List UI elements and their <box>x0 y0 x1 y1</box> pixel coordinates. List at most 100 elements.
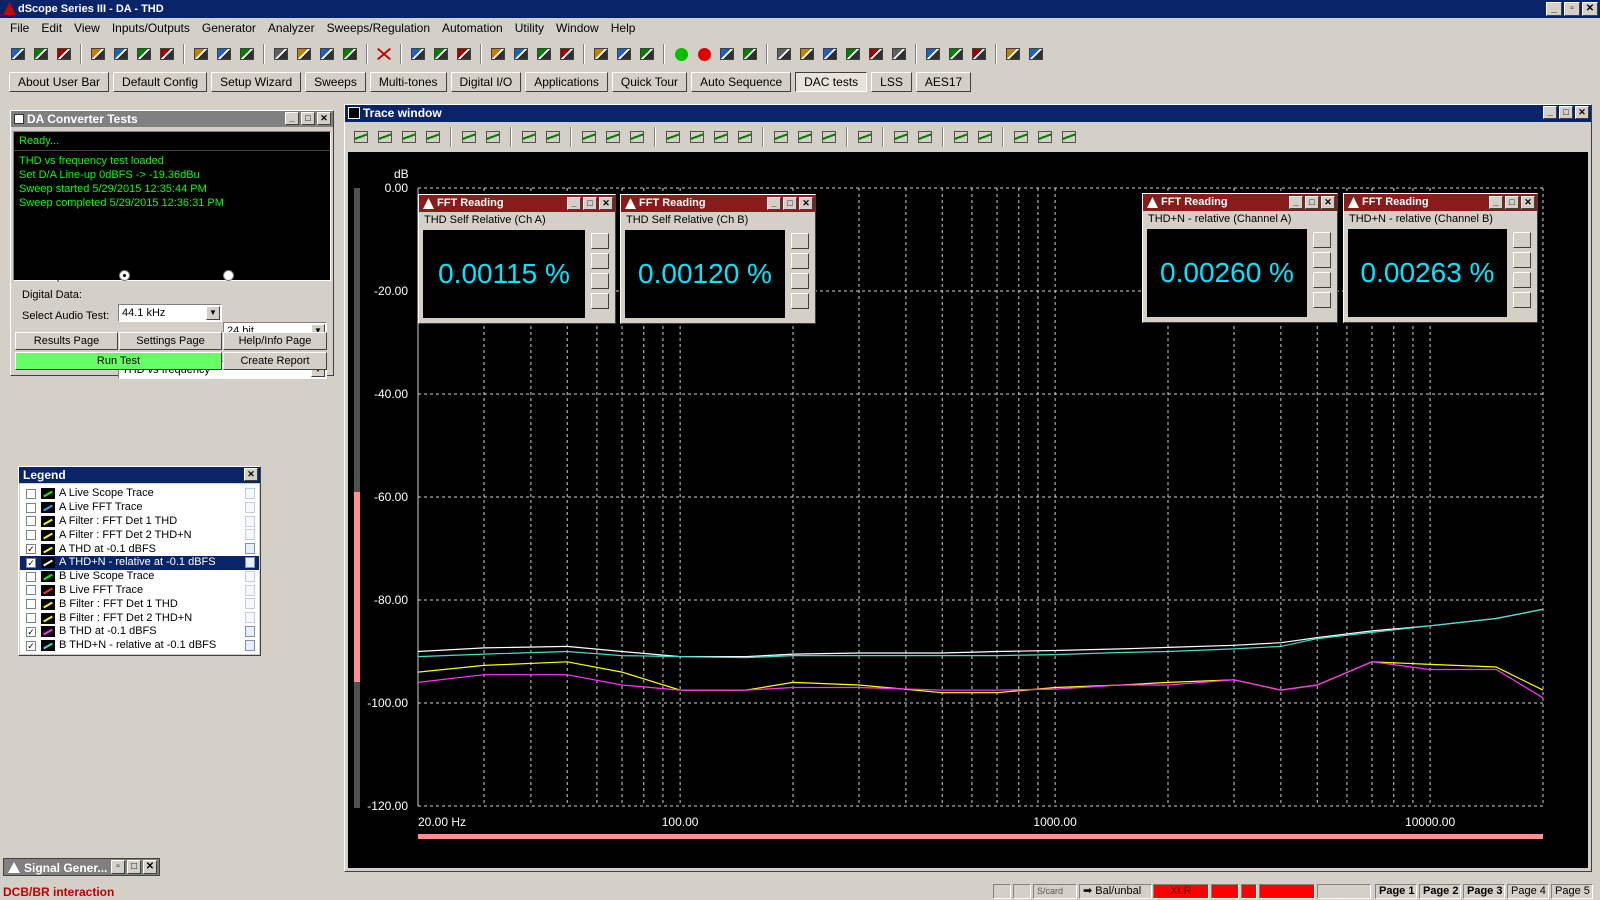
signal-generator-minimized[interactable]: Signal Gener... ▫ □ ✕ <box>3 858 160 876</box>
trace-properties-icon[interactable] <box>245 501 255 513</box>
legend-checkbox[interactable]: ✓ <box>26 640 36 651</box>
cursor-a-icon[interactable] <box>579 127 599 147</box>
report-icon[interactable] <box>969 44 989 64</box>
automation-icon[interactable] <box>1003 44 1023 64</box>
detector-c-icon[interactable] <box>637 44 657 64</box>
soundcard-radio[interactable]: Soundcard <box>223 269 290 281</box>
record-icon[interactable] <box>694 44 714 64</box>
save-trace-icon[interactable] <box>399 127 419 147</box>
mute-c-icon[interactable] <box>237 44 257 64</box>
cursor-b-icon[interactable] <box>603 127 623 147</box>
minimize-button[interactable]: _ <box>1546 2 1562 16</box>
legend-item[interactable]: ✓ A THD+N - relative at -0.1 dBFS <box>20 555 259 570</box>
copy-trace-icon[interactable] <box>423 127 443 147</box>
signal-gen-close-button[interactable]: ✕ <box>143 860 157 874</box>
userbar-button-sweeps[interactable]: Sweeps <box>305 72 366 92</box>
compare-icon[interactable] <box>1059 127 1079 147</box>
restore-button[interactable]: ▫ <box>1564 2 1580 16</box>
fft-close-button[interactable]: ✕ <box>1321 196 1335 209</box>
fft-minimize-button[interactable]: _ <box>767 197 781 210</box>
userbar-button-multi-tones[interactable]: Multi-tones <box>369 72 447 92</box>
trace-close-button[interactable]: ✕ <box>1575 106 1589 119</box>
meter-c-icon[interactable] <box>534 44 554 64</box>
dac-panel-minimize-button[interactable]: _ <box>285 112 299 125</box>
open-icon[interactable] <box>8 44 28 64</box>
peak-d-icon[interactable] <box>735 127 755 147</box>
meter-d-icon[interactable] <box>557 44 577 64</box>
table-icon[interactable] <box>519 127 539 147</box>
userbar-button-applications[interactable]: Applications <box>525 72 608 92</box>
units-icon[interactable] <box>791 233 809 249</box>
fft-minimize-button[interactable]: _ <box>567 197 581 210</box>
stop-icon[interactable] <box>374 44 394 64</box>
menu-generator[interactable]: Generator <box>196 21 262 35</box>
zoom-fit-icon[interactable] <box>459 127 479 147</box>
legend-item[interactable]: ✓ A THD at -0.1 dBFS <box>20 542 259 556</box>
input-c-icon[interactable] <box>317 44 337 64</box>
peak-c-icon[interactable] <box>711 127 731 147</box>
scale-b-icon[interactable] <box>915 127 935 147</box>
userbar-button-dac-tests[interactable]: DAC tests <box>795 72 868 92</box>
legend-checkbox[interactable] <box>26 613 36 624</box>
smooth-icon[interactable] <box>1011 127 1031 147</box>
trace-properties-icon[interactable] <box>245 543 255 555</box>
mute-b-icon[interactable] <box>214 44 234 64</box>
aes-radio[interactable]: AES3 or S/PDIF <box>119 269 212 281</box>
output-c-icon[interactable] <box>134 44 154 64</box>
fft-close-button[interactable]: ✕ <box>1521 196 1535 209</box>
userbar-button-default-config[interactable]: Default Config <box>113 72 208 92</box>
userbar-button-aes17[interactable]: AES17 <box>915 72 972 92</box>
input-b-icon[interactable] <box>294 44 314 64</box>
settings-page-button[interactable]: Settings Page <box>119 332 222 350</box>
trace-style-icon[interactable] <box>375 127 395 147</box>
marker-a-icon[interactable] <box>771 127 791 147</box>
smooth-b-icon[interactable] <box>1035 127 1055 147</box>
menu-view[interactable]: View <box>68 21 106 35</box>
legend-checkbox[interactable] <box>26 599 36 610</box>
menu-utility[interactable]: Utility <box>509 21 550 35</box>
legend-item[interactable]: B Filter : FFT Det 2 THD+N <box>20 611 259 625</box>
output-b-icon[interactable] <box>111 44 131 64</box>
units-icon[interactable] <box>591 233 609 249</box>
trace-properties-icon[interactable] <box>245 515 255 527</box>
userbar-button-about-user-bar[interactable]: About User Bar <box>9 72 110 92</box>
menu-edit[interactable]: Edit <box>35 21 68 35</box>
help-info-page-button[interactable]: Help/Info Page <box>223 332 327 350</box>
settings-icon[interactable] <box>1513 272 1531 288</box>
legend-item[interactable]: ✓ B THD at -0.1 dBFS <box>20 625 259 639</box>
menu-inputs-outputs[interactable]: Inputs/Outputs <box>106 21 196 35</box>
dac-panel-maximize-button[interactable]: □ <box>301 112 315 125</box>
menu-sweeps-regulation[interactable]: Sweeps/Regulation <box>321 21 436 35</box>
page-1-tab[interactable]: Page 1 <box>1375 884 1417 899</box>
legend-checkbox[interactable] <box>26 488 36 499</box>
fft-b-icon[interactable] <box>454 44 474 64</box>
page-3-tab[interactable]: Page 3 <box>1463 884 1505 899</box>
dac-panel-close-button[interactable]: ✕ <box>317 112 331 125</box>
units-icon[interactable] <box>1313 232 1331 248</box>
peak-a-icon[interactable] <box>663 127 683 147</box>
fft-close-button[interactable]: ✕ <box>799 197 813 210</box>
sample-rate-select[interactable]: 44.1 kHz ▼ <box>118 304 222 322</box>
legend-item[interactable]: B Filter : FFT Det 1 THD <box>20 597 259 611</box>
aes-radio-indicator[interactable] <box>119 269 130 281</box>
trace-properties-icon[interactable] <box>245 529 255 541</box>
fft-minimize-button[interactable]: _ <box>1489 196 1503 209</box>
legend-checkbox[interactable]: ✓ <box>26 626 36 637</box>
trace-properties-icon[interactable] <box>245 584 255 596</box>
regulation-b-icon[interactable] <box>946 44 966 64</box>
trace-properties-icon[interactable] <box>245 598 255 610</box>
sweep-icon[interactable] <box>717 44 737 64</box>
legend-checkbox[interactable] <box>26 585 36 596</box>
menu-window[interactable]: Window <box>550 21 605 35</box>
userbar-button-lss[interactable]: LSS <box>871 72 912 92</box>
menu-file[interactable]: File <box>4 21 35 35</box>
marker-c-icon[interactable] <box>819 127 839 147</box>
page-2-tab[interactable]: Page 2 <box>1419 884 1461 899</box>
fft-maximize-button[interactable]: □ <box>1505 196 1519 209</box>
sweep-b-icon[interactable] <box>740 44 760 64</box>
legend-item[interactable]: A Live Scope Trace <box>20 487 259 501</box>
legend-item[interactable]: B Live Scope Trace <box>20 570 259 584</box>
legend-item[interactable]: A Filter : FFT Det 2 THD+N <box>20 528 259 542</box>
scale-a-icon[interactable] <box>891 127 911 147</box>
output-a-icon[interactable] <box>88 44 108 64</box>
